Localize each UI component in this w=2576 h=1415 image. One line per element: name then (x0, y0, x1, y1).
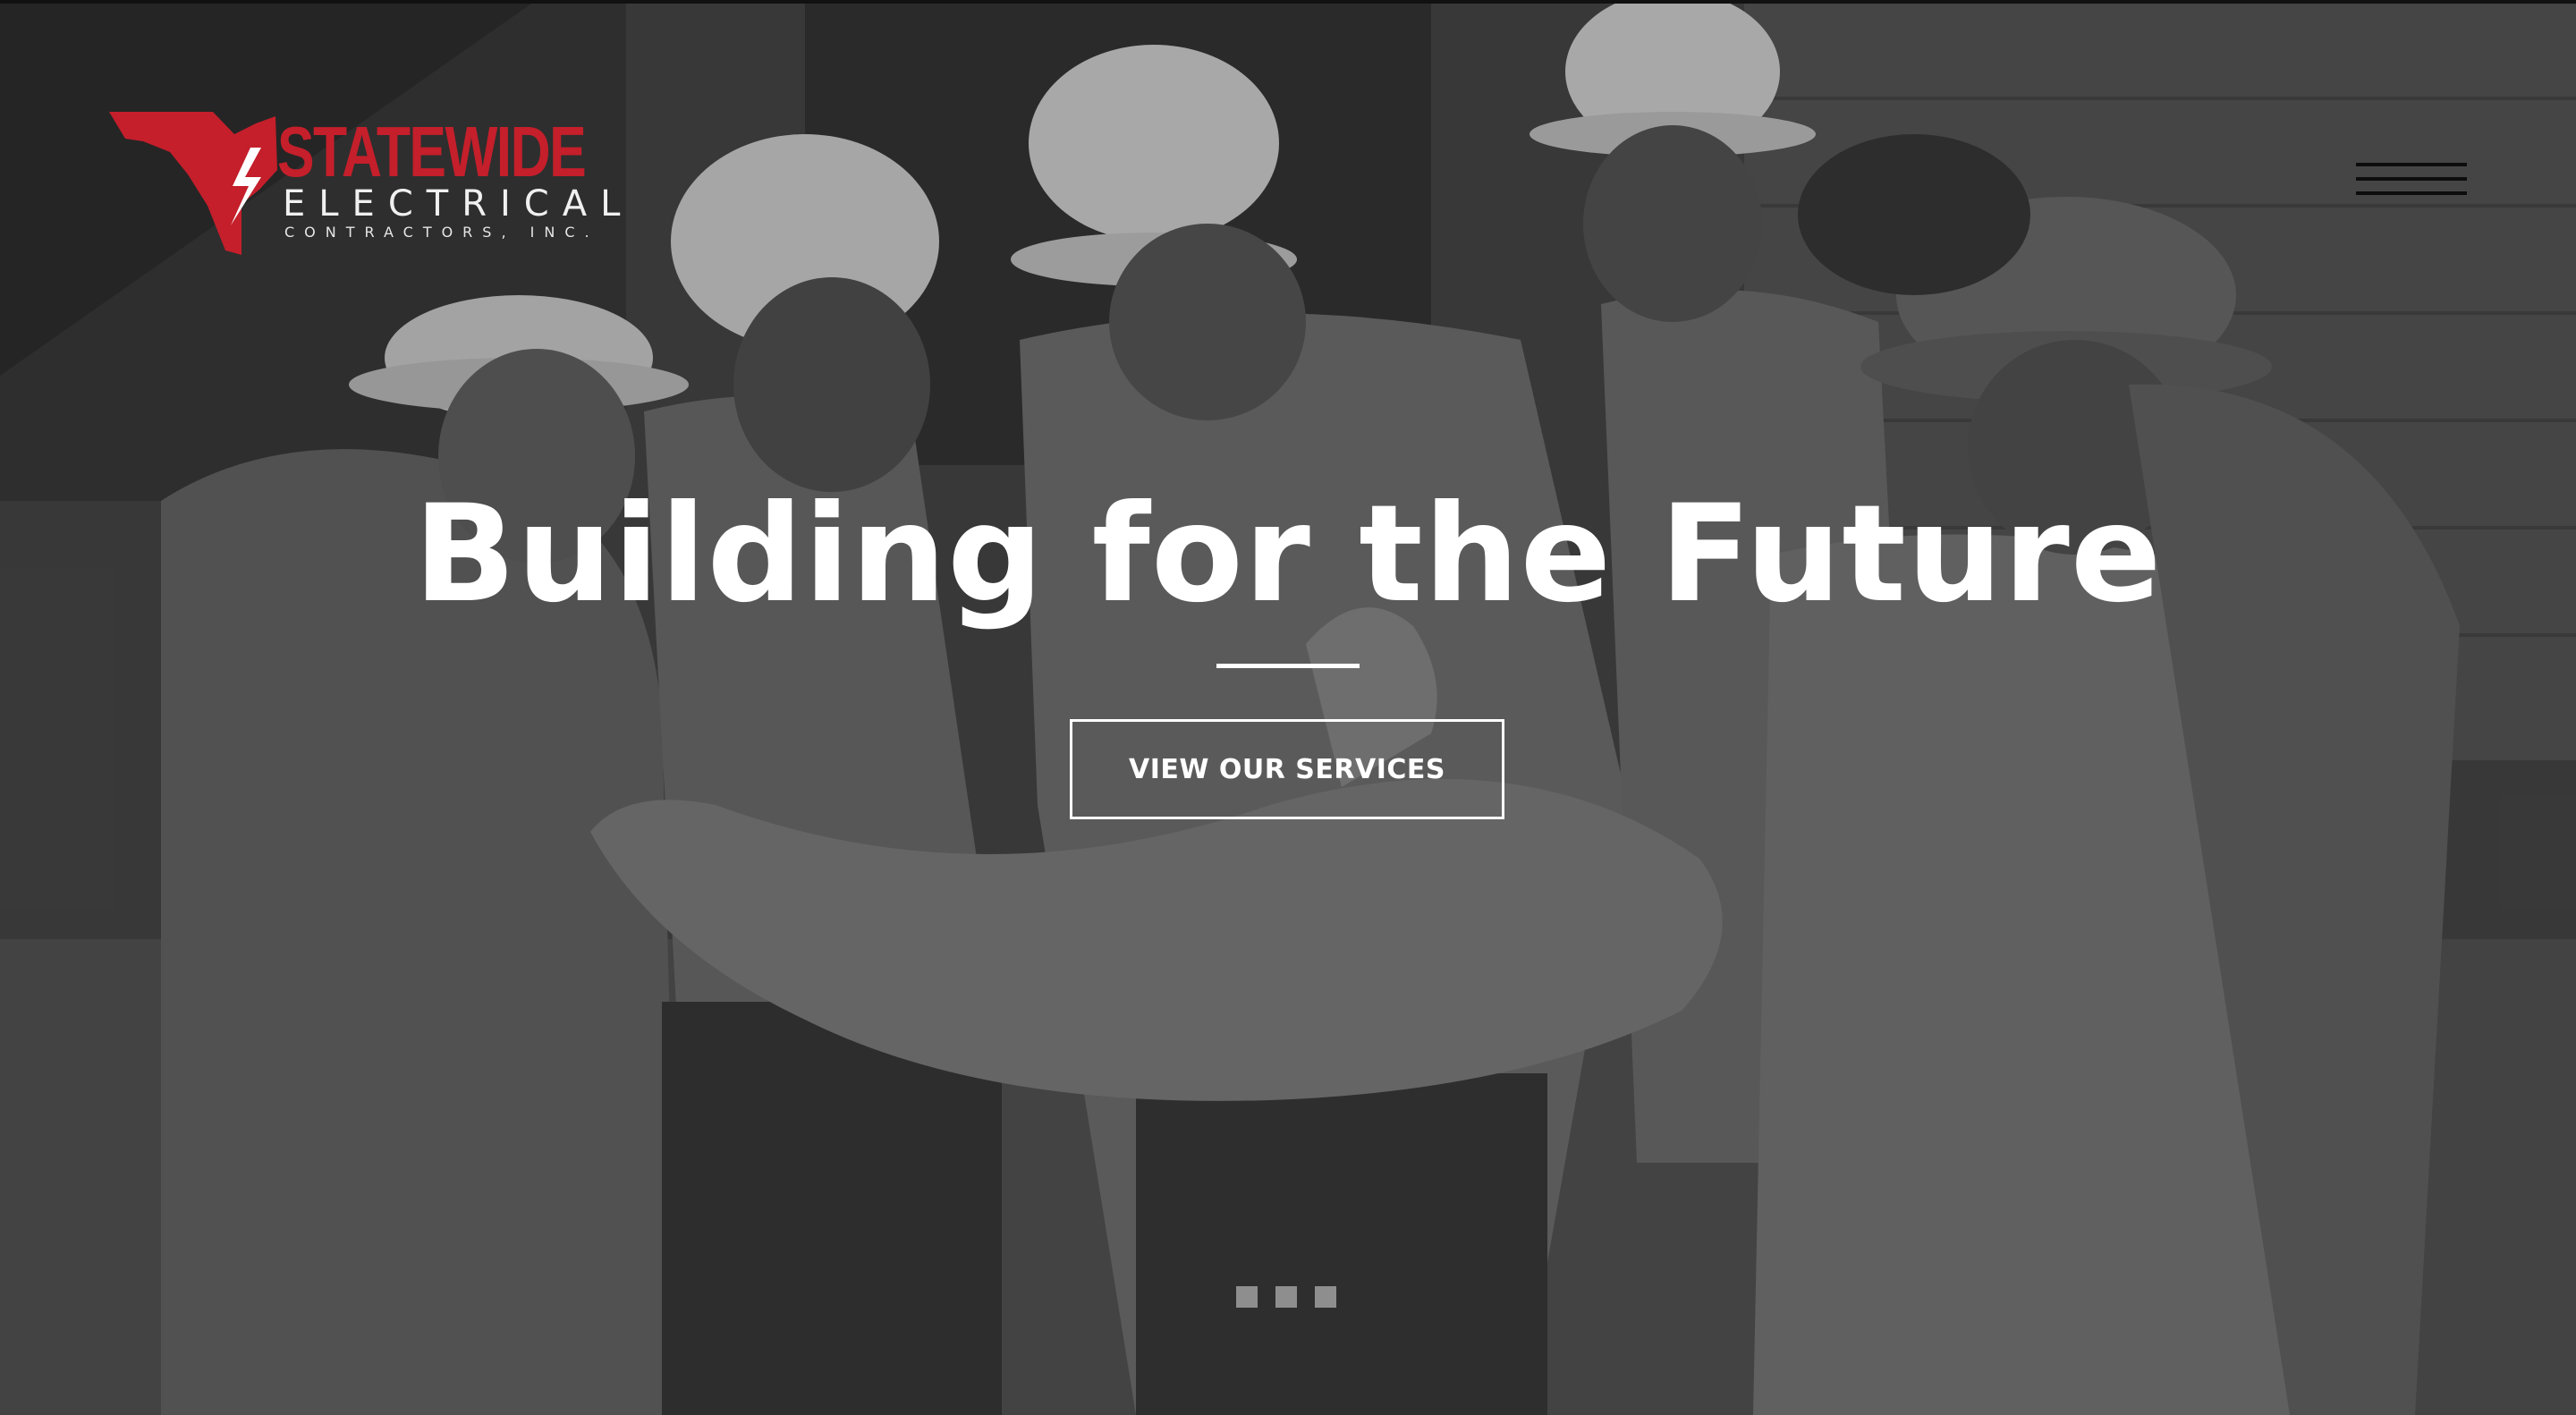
hero-headline: Building for the Future (413, 477, 2163, 632)
slide-dot-2[interactable] (1275, 1286, 1297, 1308)
florida-bolt-icon (109, 112, 277, 255)
logo-electrical-text: ELECTRICAL (283, 183, 634, 225)
top-border (0, 0, 2576, 4)
hero-section: STATEWIDE ELECTRICAL CONTRACTORS, INC. B… (0, 0, 2576, 1415)
menu-bar-bottom (2356, 191, 2467, 195)
slide-dot-1[interactable] (1236, 1286, 1258, 1308)
menu-bar-middle (2356, 177, 2467, 181)
slider-pagination (1236, 1286, 1336, 1308)
hamburger-menu-icon[interactable] (2354, 161, 2470, 200)
slide-dot-3[interactable] (1315, 1286, 1336, 1308)
headline-divider (1216, 664, 1360, 668)
site-logo[interactable]: STATEWIDE ELECTRICAL CONTRACTORS, INC. (107, 107, 620, 259)
logo-contractors-text: CONTRACTORS, INC. (284, 224, 599, 241)
view-services-button[interactable]: VIEW OUR SERVICES (1070, 719, 1504, 819)
menu-bar-top (2356, 163, 2467, 166)
logo-brand-text: STATEWIDE (277, 112, 587, 191)
